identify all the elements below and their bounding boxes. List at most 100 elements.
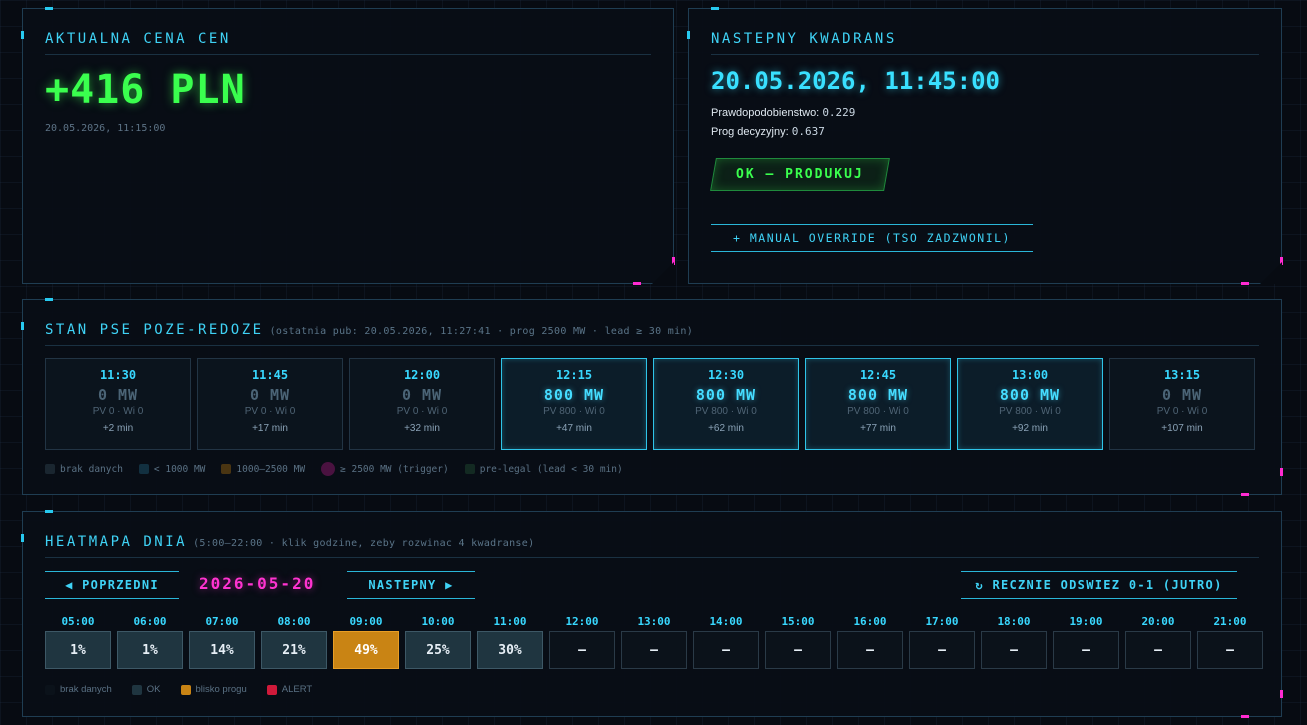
heatmap-hour[interactable]: 21:00 — [1197, 615, 1263, 669]
hour-label: 17:00 [925, 615, 959, 628]
quarter-mw: 800 MW [999, 386, 1061, 404]
legend-swatch [45, 684, 55, 695]
hour-label: 06:00 [133, 615, 167, 628]
quarter-lead: +62 min [708, 423, 744, 434]
heatmap-hour[interactable]: 05:00 1% [45, 615, 111, 669]
legend-swatch [321, 462, 336, 476]
hour-cell[interactable]: 25% [405, 631, 471, 669]
current-price-title: AKTUALNA CENA CEN [45, 31, 231, 47]
quarter-card[interactable]: 12:15 800 MW PV 800 · Wi 0 +47 min [501, 358, 647, 450]
probability-label: Prawdopodobienstwo: [711, 107, 820, 119]
hour-label: 07:00 [205, 615, 239, 628]
hour-cell[interactable]: — [621, 631, 687, 669]
quarter-pv-wi: PV 0 · Wi 0 [1156, 406, 1208, 417]
manual-override-button[interactable]: + MANUAL OVERRIDE (TSO ZADZWONIL) [711, 224, 1033, 252]
hour-cell[interactable]: 49% [333, 631, 399, 669]
hour-label: 05:00 [61, 615, 95, 628]
next-day-button[interactable]: NASTEPNY ▶ [347, 571, 475, 599]
legend-label: brak danych [60, 463, 123, 475]
heatmap-hour[interactable]: 16:00 — [837, 615, 903, 669]
heatmap-hour[interactable]: 12:00 — [549, 615, 615, 669]
quarter-time: 12:45 [859, 368, 897, 382]
heatmap-hour[interactable]: 18:00 — [981, 615, 1047, 669]
quarter-card[interactable]: 11:30 0 MW PV 0 · Wi 0 +2 min [45, 358, 191, 450]
next-quarter-title: NASTEPNY KWADRANS [711, 31, 897, 47]
hour-cell[interactable]: 1% [45, 631, 111, 669]
hour-cell[interactable]: 14% [189, 631, 255, 669]
hour-cell[interactable]: — [693, 631, 759, 669]
manual-refresh-button[interactable]: ↻ RECZNIE ODSWIEZ 0-1 (JUTRO) [961, 571, 1237, 599]
quarter-time: 11:30 [99, 368, 137, 382]
hour-cell[interactable]: — [981, 631, 1047, 669]
legend-label: brak danych [60, 684, 112, 695]
next-quarter-datetime: 20.05.2026, 11:45:00 [711, 67, 1000, 95]
previous-day-button[interactable]: ◀ POPRZEDNI [45, 571, 179, 599]
quarter-card[interactable]: 12:30 800 MW PV 800 · Wi 0 +62 min [653, 358, 799, 450]
legend-label: ALERT [281, 684, 313, 695]
pse-legend: brak danych < 1000 MW 1000–2500 MW ≥ 2500 M… [45, 462, 623, 476]
current-price-panel: AKTUALNA CENA CEN +416 PLN 20.05.2026, 1… [21, 7, 675, 285]
heatmap-hour[interactable]: 08:00 21% [261, 615, 327, 669]
legend-swatch [131, 684, 142, 695]
quarter-mw: 0 MW [97, 386, 139, 404]
legend-swatch [45, 464, 55, 474]
hour-cell[interactable]: — [1197, 631, 1263, 669]
quarter-mw: 800 MW [847, 386, 909, 404]
hour-label: 08:00 [277, 615, 311, 628]
legend-label: 1000–2500 MW [236, 463, 306, 475]
threshold-row: Prog decyzyjny: 0.637 [711, 125, 825, 138]
legend-swatch [221, 464, 232, 474]
heatmap-hour[interactable]: 15:00 — [765, 615, 831, 669]
quarter-card[interactable]: 13:00 800 MW PV 800 · Wi 0 +92 min [957, 358, 1103, 450]
ok-produce-button[interactable]: OK — PRODUKUJ [710, 158, 890, 191]
quarter-mw: 0 MW [1161, 386, 1203, 404]
hour-label: 09:00 [349, 615, 383, 628]
hour-cell[interactable]: — [909, 631, 975, 669]
heatmap-hour[interactable]: 11:00 30% [477, 615, 543, 669]
hour-cell[interactable]: — [1125, 631, 1191, 669]
heatmap-date: 2026-05-20 [199, 574, 316, 593]
heatmap-hour[interactable]: 19:00 — [1053, 615, 1119, 669]
hour-cell[interactable]: 1% [117, 631, 183, 669]
heatmap-hour[interactable]: 10:00 25% [405, 615, 471, 669]
heatmap-hour[interactable]: 14:00 — [693, 615, 759, 669]
probability-value: 0.229 [822, 106, 856, 119]
quarter-lead: +77 min [860, 423, 896, 434]
legend-item: < 1000 MW [138, 463, 206, 475]
heatmap-title-text: HEATMAPA DNIA [45, 534, 188, 550]
legend-item: ALERT [266, 684, 313, 695]
hour-label: 14:00 [709, 615, 743, 628]
hour-cell[interactable]: — [1053, 631, 1119, 669]
current-price-timestamp: 20.05.2026, 11:15:00 [45, 123, 166, 134]
legend-label: blisko progu [195, 684, 247, 695]
heatmap-hour[interactable]: 20:00 — [1125, 615, 1191, 669]
hour-label: 20:00 [1141, 615, 1175, 628]
hour-cell[interactable]: 21% [261, 631, 327, 669]
quarter-pv-wi: PV 0 · Wi 0 [244, 406, 296, 417]
quarter-lead: +32 min [404, 423, 440, 434]
hour-cell[interactable]: 30% [477, 631, 543, 669]
heatmap-subtitle: (5:00–22:00 · klik godzine, zeby rozwina… [193, 538, 535, 549]
next-quarter-panel: NASTEPNY KWADRANS 20.05.2026, 11:45:00 P… [687, 7, 1283, 285]
quarter-lead: +92 min [1012, 423, 1048, 434]
quarter-pv-wi: PV 800 · Wi 0 [847, 406, 909, 417]
quarter-card[interactable]: 13:15 0 MW PV 0 · Wi 0 +107 min [1109, 358, 1255, 450]
quarter-time: 12:00 [403, 368, 441, 382]
legend-label: ≥ 2500 MW (trigger) [340, 463, 449, 475]
legend-label: < 1000 MW [153, 463, 206, 475]
heatmap-hour[interactable]: 09:00 49% [333, 615, 399, 669]
quarter-card[interactable]: 11:45 0 MW PV 0 · Wi 0 +17 min [197, 358, 343, 450]
quarter-card[interactable]: 12:45 800 MW PV 800 · Wi 0 +77 min [805, 358, 951, 450]
heatmap-hour[interactable]: 13:00 — [621, 615, 687, 669]
quarter-lead: +2 min [102, 423, 134, 434]
hour-cell[interactable]: — [765, 631, 831, 669]
hour-cell[interactable]: — [549, 631, 615, 669]
quarter-card[interactable]: 12:00 0 MW PV 0 · Wi 0 +32 min [349, 358, 495, 450]
heatmap-hour[interactable]: 06:00 1% [117, 615, 183, 669]
heatmap-hour[interactable]: 07:00 14% [189, 615, 255, 669]
pse-state-title-text: STAN PSE POZE-REDOZE [45, 322, 264, 338]
quarter-mw: 0 MW [401, 386, 443, 404]
heatmap-hour[interactable]: 17:00 — [909, 615, 975, 669]
hour-label: 13:00 [637, 615, 671, 628]
hour-cell[interactable]: — [837, 631, 903, 669]
